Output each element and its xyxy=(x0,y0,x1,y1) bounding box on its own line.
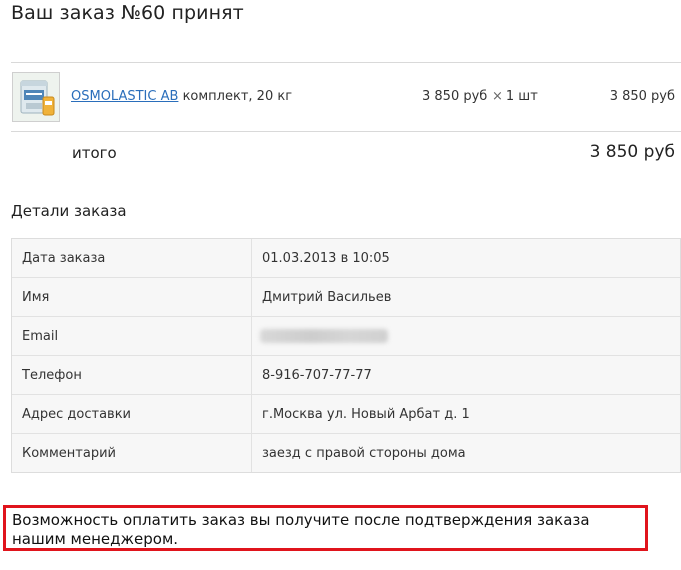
order-details-heading: Детали заказа xyxy=(11,202,127,220)
quantity: × 1 шт xyxy=(492,89,538,104)
table-row: Комментарий заезд с правой стороны дома xyxy=(12,434,680,472)
divider xyxy=(11,131,681,132)
detail-value: заезд с правой стороны дома xyxy=(262,446,466,461)
redacted-email xyxy=(260,329,388,343)
table-row: Телефон 8-916-707-77-77 xyxy=(12,356,680,395)
detail-label: Имя xyxy=(12,278,252,316)
table-row: Имя Дмитрий Васильев xyxy=(12,278,680,317)
table-row: Дата заказа 01.03.2013 в 10:05 xyxy=(12,239,680,278)
page-title: Ваш заказ №60 принят xyxy=(11,2,244,24)
detail-label: Адрес доставки xyxy=(12,395,252,433)
detail-label: Дата заказа xyxy=(12,239,252,277)
product-bucket-icon xyxy=(13,73,59,121)
detail-value: 8-916-707-77-77 xyxy=(262,368,372,383)
quantity-value: 1 шт xyxy=(505,89,538,104)
detail-value: Дмитрий Васильев xyxy=(262,290,392,305)
order-confirmation-page: Ваш заказ №60 принят OSMOLASTIC AB компл… xyxy=(0,0,681,570)
detail-label: Телефон xyxy=(12,356,252,394)
order-item-row: OSMOLASTIC AB комплект, 20 кг 3 850 руб … xyxy=(11,63,681,132)
multiply-icon: × xyxy=(492,89,503,104)
detail-value: г.Москва ул. Новый Арбат д. 1 xyxy=(262,407,470,422)
total-label: итого xyxy=(72,144,117,162)
detail-label: Комментарий xyxy=(12,434,252,472)
order-details-table: Дата заказа 01.03.2013 в 10:05 Имя Дмитр… xyxy=(11,238,681,473)
detail-value-email xyxy=(252,317,680,355)
product-title: OSMOLASTIC AB комплект, 20 кг xyxy=(71,89,292,104)
detail-label: Email xyxy=(12,317,252,355)
payment-notice: Возможность оплатить заказ вы получите п… xyxy=(3,505,648,551)
unit-price: 3 850 руб xyxy=(422,89,488,104)
table-row: Адрес доставки г.Москва ул. Новый Арбат … xyxy=(12,395,680,434)
table-row: Email xyxy=(12,317,680,356)
total-value: 3 850 руб xyxy=(589,142,675,162)
line-total: 3 850 руб xyxy=(609,89,675,104)
product-link[interactable]: OSMOLASTIC AB xyxy=(71,89,178,104)
detail-value: 01.03.2013 в 10:05 xyxy=(262,251,390,266)
product-thumbnail[interactable] xyxy=(12,72,60,122)
product-description: комплект, 20 кг xyxy=(182,89,293,104)
